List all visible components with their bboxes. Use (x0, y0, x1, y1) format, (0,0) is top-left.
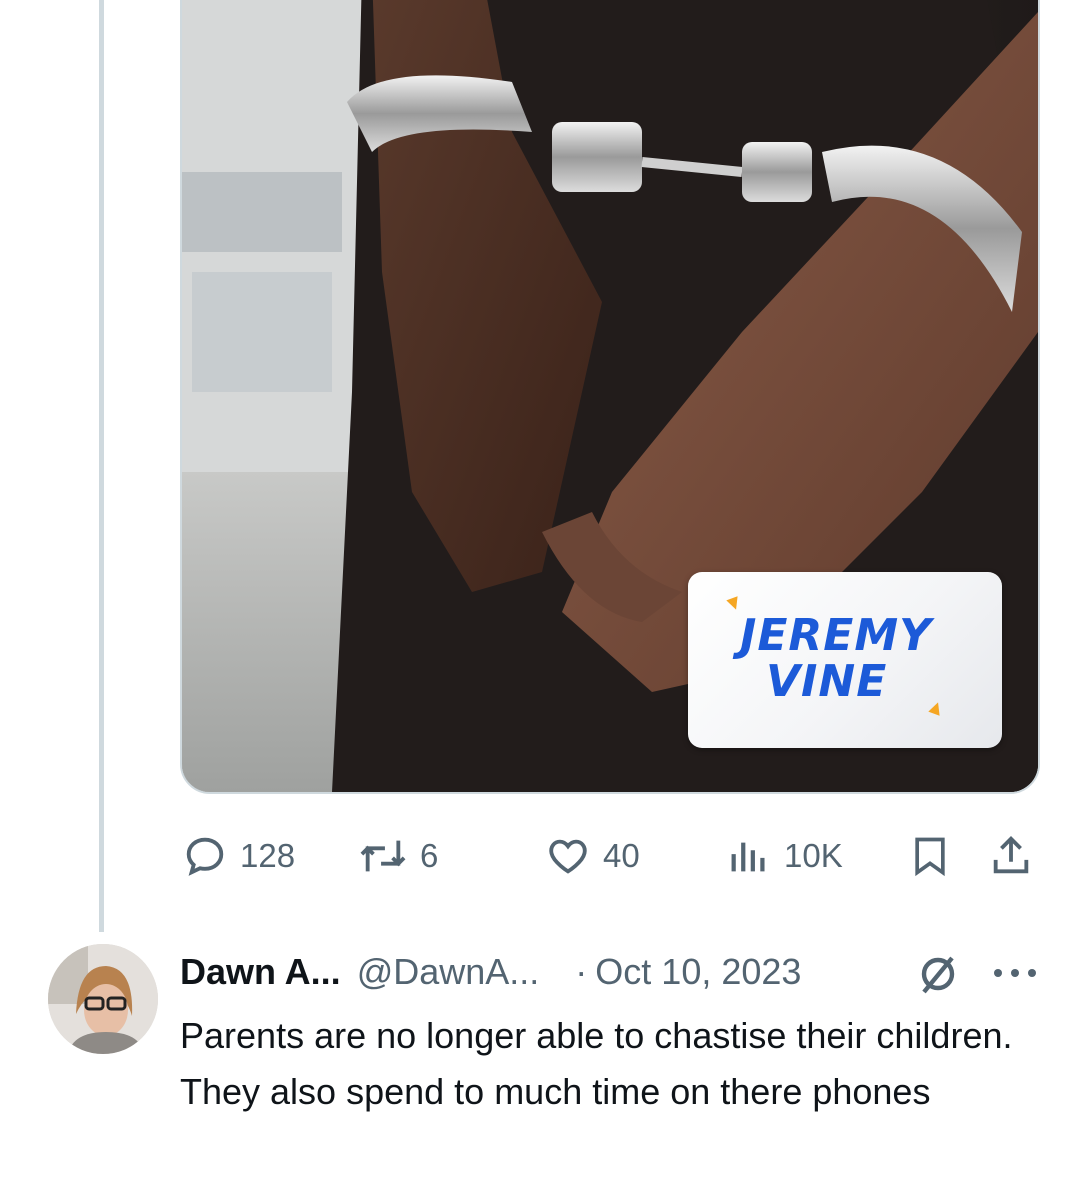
logo-line2: VINE (766, 656, 888, 707)
views-button[interactable]: 10K (726, 830, 843, 882)
reply-header: Dawn A... @DawnA... · Oct 10, 2023 (180, 946, 801, 998)
logo-line1: JEREMY (740, 610, 933, 661)
reply-button[interactable]: 128 (182, 830, 295, 882)
thread-connector-line (99, 0, 104, 932)
avatar[interactable] (48, 944, 158, 1054)
grok-slash-circle-icon[interactable] (914, 950, 962, 998)
share-upload-icon (993, 836, 1029, 874)
speech-bubble-icon (186, 837, 224, 876)
tweet-action-bar: 128 6 40 10K (0, 830, 1086, 882)
repost-button[interactable]: 6 (358, 830, 438, 882)
separator-dot: · (575, 951, 588, 992)
tweet-media-image[interactable]: JEREMY VINE (180, 0, 1040, 794)
bar-chart-icon (731, 842, 765, 872)
user-handle[interactable]: @DawnA... (357, 951, 540, 993)
reply-body-text: Parents are no longer able to chastise t… (180, 1015, 1013, 1112)
repost-count: 6 (420, 837, 439, 874)
share-button[interactable] (988, 830, 1034, 882)
repost-arrows-icon (360, 840, 406, 872)
profile-photo (48, 944, 158, 1054)
post-date[interactable]: Oct 10, 2023 (595, 951, 801, 993)
view-count: 10K (784, 837, 843, 874)
bookmark-button[interactable] (908, 830, 952, 882)
more-dots-icon[interactable] (990, 958, 1040, 988)
reply-count: 128 (240, 837, 296, 874)
bookmark-icon (915, 837, 945, 877)
display-name[interactable]: Dawn A... (180, 951, 341, 993)
heart-icon (549, 839, 587, 874)
jeremy-vine-logo: JEREMY VINE (688, 572, 1002, 748)
like-button[interactable]: 40 (545, 830, 640, 882)
like-count: 40 (603, 837, 640, 874)
logo-accent-mark (928, 700, 944, 716)
